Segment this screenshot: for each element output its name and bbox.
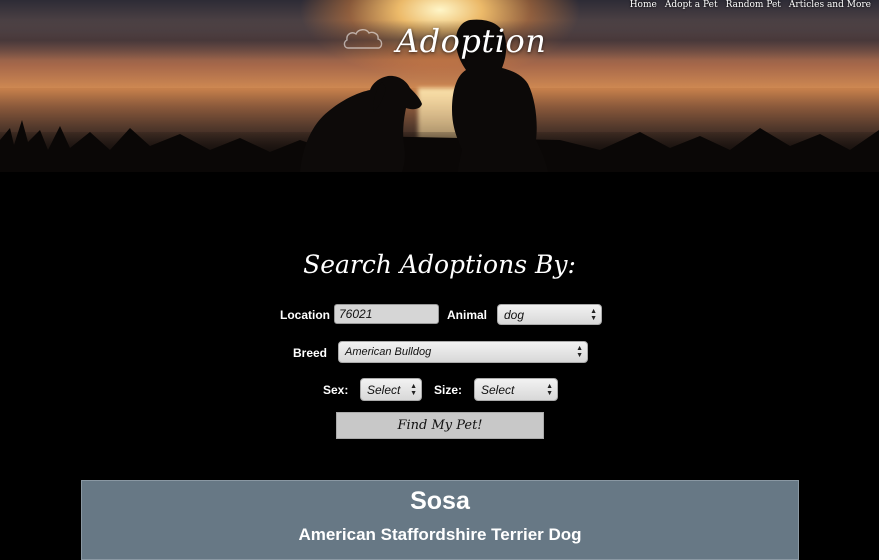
select-arrows-icon: ▲ ▼ xyxy=(546,382,553,397)
site-title: Adoption xyxy=(396,22,547,60)
select-arrows-icon: ▲ ▼ xyxy=(576,345,583,359)
animal-label: Animal xyxy=(447,308,488,322)
pet-breed: American Staffordshire Terrier Dog xyxy=(298,525,582,544)
breed-select-value: American Bulldog xyxy=(345,346,432,358)
pet-result-card[interactable]: Sosa American Staffordshire Terrier Dog xyxy=(81,480,799,560)
nav-home-link[interactable]: Home xyxy=(630,0,657,10)
top-navigation: Home Adopt a Pet Random Pet Articles and… xyxy=(630,0,871,10)
select-arrows-icon: ▲ ▼ xyxy=(410,382,417,397)
size-select[interactable]: Select ▲ ▼ xyxy=(474,378,558,401)
breed-select[interactable]: American Bulldog ▲ ▼ xyxy=(338,341,588,363)
find-my-pet-button[interactable]: Find My Pet! xyxy=(336,412,544,439)
breed-label: Breed xyxy=(293,346,328,360)
nav-adopt-link[interactable]: Adopt a Pet xyxy=(665,0,718,10)
sex-label: Sex: xyxy=(323,383,349,397)
sex-select-value: Select xyxy=(367,382,401,397)
hero-banner: Adoption Home Adopt a Pet Random Pet Art… xyxy=(0,0,879,172)
location-input[interactable] xyxy=(334,304,439,324)
sex-select[interactable]: Select ▲ ▼ xyxy=(360,378,422,401)
nav-random-pet-link[interactable]: Random Pet xyxy=(726,0,781,10)
select-arrows-icon: ▲ ▼ xyxy=(590,307,597,322)
nav-articles-link[interactable]: Articles and More xyxy=(789,0,871,10)
animal-select-value: dog xyxy=(504,307,525,322)
pet-name: Sosa xyxy=(410,487,470,515)
location-label: Location xyxy=(280,308,330,322)
size-label: Size: xyxy=(434,383,463,397)
size-select-value: Select xyxy=(481,382,515,397)
animal-select[interactable]: dog ▲ ▼ xyxy=(497,304,602,325)
search-heading: Search Adoptions By: xyxy=(303,250,576,279)
paw-cloud-logo-icon xyxy=(343,29,383,49)
